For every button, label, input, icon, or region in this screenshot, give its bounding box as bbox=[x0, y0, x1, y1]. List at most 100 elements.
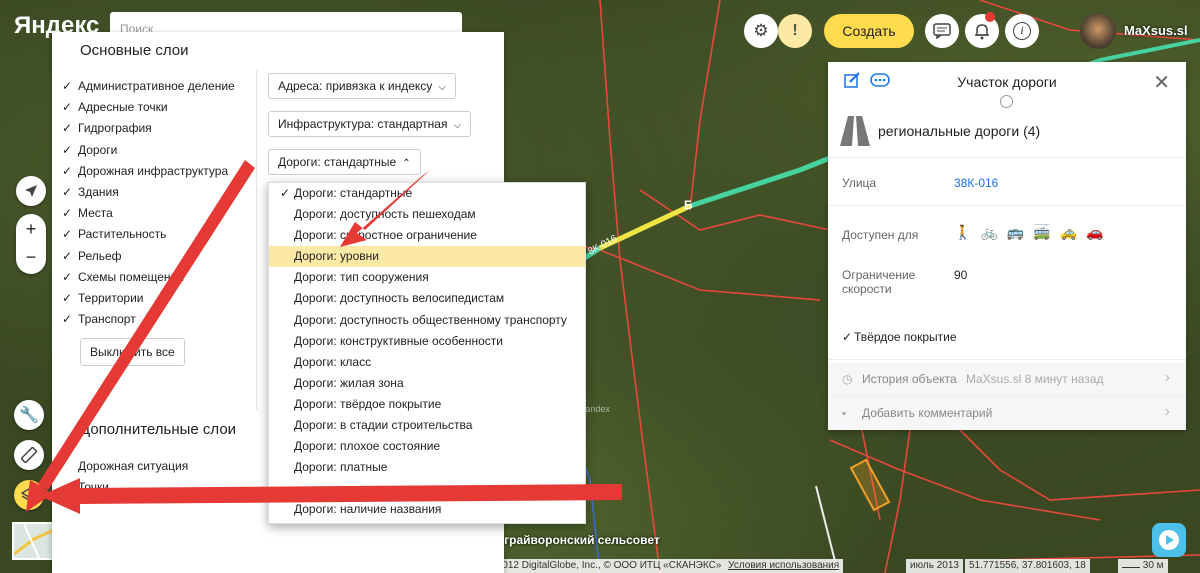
layer-item[interactable]: ✓ Адресные точки bbox=[62, 97, 254, 118]
navigator-button[interactable] bbox=[1152, 523, 1186, 557]
layer-label: Схемы помещений bbox=[78, 269, 184, 284]
check-icon: ✓ bbox=[62, 290, 73, 305]
scale-bar: 30 м bbox=[1118, 559, 1168, 573]
message-icon bbox=[933, 23, 951, 39]
check-icon: ✓ bbox=[62, 206, 73, 221]
option-label: Дороги: твёрдое покрытие bbox=[294, 396, 442, 411]
imagery-date: июль 2013 bbox=[906, 559, 963, 573]
option-label: Дороги: доступность велосипедистам bbox=[294, 291, 505, 306]
layer-label: Транспорт bbox=[78, 312, 136, 327]
check-icon: ✓ bbox=[62, 184, 73, 199]
layer-item[interactable]: ✓ Административное деление bbox=[62, 76, 254, 97]
layer-item[interactable]: ✓ Схемы помещений bbox=[62, 267, 254, 288]
dropdown-option[interactable]: Дороги: доступность общественному трансп… bbox=[269, 310, 585, 331]
settings-button[interactable]: ⚙ bbox=[744, 14, 778, 48]
layer-label: Рельеф bbox=[78, 248, 122, 263]
dropdown-option[interactable] bbox=[269, 478, 585, 499]
speed-label-line2: скорости bbox=[842, 282, 892, 296]
dropdown-option[interactable]: Дороги: в стадии строительства bbox=[269, 415, 585, 436]
dropdown-option[interactable]: Дороги: жилая зона bbox=[269, 373, 585, 394]
info-icon: i bbox=[1013, 22, 1031, 40]
street-row: Улица 38К-016 bbox=[828, 158, 1186, 206]
extra-layer-item[interactable]: Точки bbox=[78, 477, 188, 498]
layer-item[interactable]: ✓ Территории bbox=[62, 288, 254, 309]
clock-icon: ◷ bbox=[842, 372, 853, 386]
chevron-right-icon: › bbox=[1164, 369, 1170, 386]
dropdown-option[interactable]: Дороги: доступность пешеходам bbox=[269, 204, 585, 225]
panel-divider bbox=[256, 70, 257, 410]
speed-label-line1: Ограничение bbox=[842, 268, 916, 282]
extra-layer-item[interactable]: Дорожная ситуация bbox=[78, 456, 188, 477]
dropdown-option[interactable]: Дороги: конструктивные особенности bbox=[269, 331, 585, 352]
disable-all-button[interactable]: Выключить все bbox=[80, 338, 185, 366]
close-icon[interactable]: ✕ bbox=[1153, 70, 1170, 95]
check-icon: ✓ bbox=[62, 227, 73, 242]
layer-item[interactable]: ✓ Места bbox=[62, 203, 254, 224]
avatar[interactable] bbox=[1080, 13, 1116, 49]
option-label: Дороги: уровни bbox=[294, 249, 379, 264]
main-layers-title: Основные слои bbox=[80, 42, 189, 59]
ruler-icon bbox=[21, 447, 37, 463]
infra-layer-select[interactable]: Инфраструктура: стандартная ⌵ bbox=[268, 111, 472, 137]
copyright-bar: Image © 2012 DigitalGlobe, Inc., © ООО И… bbox=[452, 559, 844, 573]
layer-label: Административное деление bbox=[78, 79, 235, 93]
speed-label: Ограничение скорости bbox=[842, 268, 915, 296]
surface-label: Твёрдое покрытие bbox=[854, 330, 957, 344]
street-label: Улица bbox=[842, 176, 877, 190]
road-name-label: 8К-016 bbox=[586, 233, 619, 258]
comment-row[interactable]: ▪ Добавить комментарий › bbox=[828, 396, 1186, 430]
access-icons: 🚶 🚲 🚌 🚎 🚕 🚗 bbox=[954, 224, 1104, 241]
dropdown-option[interactable]: Дороги: платные bbox=[269, 457, 585, 478]
scale-label: 30 м bbox=[1142, 560, 1164, 571]
street-link[interactable]: 38К-016 bbox=[954, 176, 998, 190]
dropdown-option[interactable]: ✓ Дороги: стандартные bbox=[269, 183, 585, 204]
trolleybus-icon: 🚎 bbox=[1033, 224, 1051, 240]
dropdown-option[interactable]: Дороги: наличие названия bbox=[269, 499, 585, 520]
dropdown-option[interactable]: Дороги: доступность велосипедистам bbox=[269, 288, 585, 309]
dropdown-option[interactable]: Дороги: уровни bbox=[269, 246, 585, 268]
layer-item[interactable]: ✓ Транспорт bbox=[62, 309, 254, 330]
layer-item[interactable]: ✓ Дорожная инфраструктура bbox=[62, 161, 254, 182]
terms-link[interactable]: Условия использования bbox=[728, 560, 839, 571]
zoom-in-button[interactable]: + bbox=[16, 214, 46, 244]
ruler-button[interactable] bbox=[14, 440, 44, 470]
dropdown-option[interactable]: Дороги: плохое состояние bbox=[269, 436, 585, 457]
user-name[interactable]: MaXsus.sl bbox=[1124, 23, 1188, 38]
layer-item[interactable]: ✓ Рельеф bbox=[62, 246, 254, 267]
chevron-down-icon: ⌵ bbox=[453, 120, 462, 131]
check-icon: ✓ bbox=[842, 330, 853, 344]
check-icon: ✓ bbox=[62, 142, 73, 157]
roads-layer-select[interactable]: Дороги: стандартные ⌃ bbox=[268, 149, 421, 175]
messages-button[interactable] bbox=[925, 14, 959, 48]
map-thumbnail-icon bbox=[13, 523, 57, 559]
dropdown-option[interactable]: Дороги: скоростное ограничение bbox=[269, 225, 585, 246]
notifications-button[interactable] bbox=[965, 12, 999, 48]
address-layer-select[interactable]: Адреса: привязка к индексу ⌵ bbox=[268, 73, 456, 99]
layer-item[interactable]: ✓ Гидрография bbox=[62, 118, 254, 139]
locate-button[interactable] bbox=[16, 176, 46, 206]
access-label: Доступен для bbox=[842, 228, 919, 242]
layer-item[interactable]: ✓ Дороги bbox=[62, 140, 254, 161]
check-icon: ✓ bbox=[62, 312, 73, 327]
layer-item[interactable]: ✓ Растительность bbox=[62, 224, 254, 245]
building-outline bbox=[849, 458, 891, 512]
history-meta: MaXsus.sl 8 минут назад bbox=[966, 372, 1104, 386]
warning-button[interactable]: ! bbox=[778, 14, 812, 48]
tools-button[interactable]: 🔧 bbox=[14, 400, 44, 430]
history-row[interactable]: ◷ История объекта MaXsus.sl 8 минут наза… bbox=[828, 362, 1186, 396]
layers-button[interactable] bbox=[14, 480, 44, 510]
infra-select-label: Инфраструктура: стандартная bbox=[278, 117, 448, 131]
zoom-out-button[interactable]: − bbox=[16, 244, 46, 274]
check-icon: ✓ bbox=[280, 186, 291, 200]
layer-label: Адресные точки bbox=[78, 100, 168, 115]
layer-label: Гидрография bbox=[78, 121, 152, 136]
create-button[interactable]: Создать bbox=[824, 14, 914, 48]
minus-icon: − bbox=[25, 247, 37, 267]
layer-item[interactable]: ✓ Здания bbox=[62, 182, 254, 203]
dropdown-option[interactable]: Дороги: тип сооружения bbox=[269, 267, 585, 288]
chevron-up-icon: ⌃ bbox=[402, 158, 411, 169]
info-button[interactable]: i bbox=[1005, 14, 1039, 48]
dropdown-option[interactable]: Дороги: класс bbox=[269, 352, 585, 373]
bus-icon: 🚌 bbox=[1006, 224, 1025, 240]
dropdown-option[interactable]: Дороги: твёрдое покрытие bbox=[269, 394, 585, 415]
